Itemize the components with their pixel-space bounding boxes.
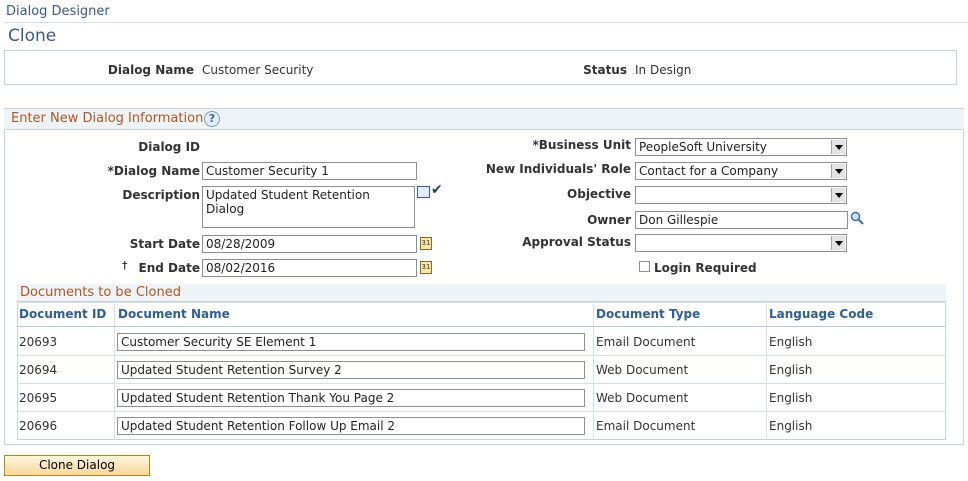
grid-column-divider <box>593 302 594 440</box>
row-document-type: Email Document <box>596 419 696 433</box>
help-icon[interactable]: ? <box>204 111 220 127</box>
approval-status-label: Approval Status <box>522 235 631 249</box>
dialog-id-label: Dialog ID <box>138 140 200 154</box>
row-document-name-input[interactable]: Updated Student Retention Follow Up Emai… <box>117 417 585 435</box>
row-document-id: 20694 <box>19 363 58 377</box>
start-date-input[interactable]: 08/28/2009 <box>202 235 417 253</box>
expand-icon[interactable] <box>417 186 430 198</box>
description-textarea[interactable]: Updated Student Retention Dialog <box>202 186 415 228</box>
row-document-id: 20693 <box>19 335 58 349</box>
breadcrumb: Dialog Designer <box>6 4 110 19</box>
documents-grid-title: Documents to be Cloned <box>20 285 181 300</box>
row-document-type: Web Document <box>596 391 689 405</box>
individuals-role-value: Contact for a Company <box>639 164 779 178</box>
status-value: In Design <box>635 63 692 77</box>
row-language-code: English <box>769 391 813 405</box>
calendar-icon[interactable]: 31 <box>420 237 432 250</box>
owner-input[interactable]: Don Gillespie <box>635 211 848 229</box>
calendar-icon[interactable]: 31 <box>420 261 432 274</box>
grid-column-divider <box>766 302 767 440</box>
end-date-marker: † <box>122 259 128 272</box>
col-header-document-type[interactable]: Document Type <box>596 307 700 321</box>
end-date-input[interactable]: 08/02/2016 <box>202 259 417 277</box>
breadcrumb-divider <box>4 22 968 23</box>
end-date-label: End Date <box>138 261 200 275</box>
dialog-name-field-label: *Dialog Name <box>107 164 200 178</box>
start-date-label: Start Date <box>129 237 200 251</box>
login-required-label: Login Required <box>654 261 757 275</box>
grid-divider <box>17 302 946 303</box>
row-document-name-input[interactable]: Updated Student Retention Thank You Page… <box>117 389 585 407</box>
spellcheck-icon[interactable]: ✔ <box>431 182 443 198</box>
grid-column-divider <box>114 302 115 440</box>
grid-divider <box>17 326 946 327</box>
objective-select[interactable] <box>635 186 847 204</box>
row-language-code: English <box>769 419 813 433</box>
col-header-document-id[interactable]: Document ID <box>19 307 106 321</box>
login-required-checkbox[interactable] <box>639 261 650 272</box>
section-title: Enter New Dialog Information <box>11 111 204 126</box>
clone-dialog-button[interactable]: Clone Dialog <box>4 455 150 476</box>
dialog-name-value: Customer Security <box>202 63 314 77</box>
chevron-down-icon[interactable] <box>831 140 845 154</box>
status-label: Status <box>583 63 627 77</box>
description-label: Description <box>122 188 200 202</box>
page-title: Clone <box>8 26 57 46</box>
row-language-code: English <box>769 335 813 349</box>
individuals-role-select[interactable]: Contact for a Company <box>635 162 847 180</box>
dialog-name-input[interactable]: Customer Security 1 <box>202 162 417 180</box>
chevron-down-icon[interactable] <box>831 164 845 178</box>
chevron-down-icon[interactable] <box>831 236 845 250</box>
row-document-type: Web Document <box>596 363 689 377</box>
business-unit-select[interactable]: PeopleSoft University <box>635 138 847 156</box>
search-icon[interactable] <box>850 211 864 225</box>
col-header-document-name[interactable]: Document Name <box>118 307 230 321</box>
chevron-down-icon[interactable] <box>831 188 845 202</box>
row-document-type: Email Document <box>596 335 696 349</box>
dialog-name-label: Dialog Name <box>107 63 194 77</box>
row-document-id: 20695 <box>19 391 58 405</box>
individuals-role-label: New Individuals' Role <box>485 162 631 176</box>
table-row-divider <box>17 411 946 412</box>
approval-status-select[interactable] <box>635 234 847 252</box>
business-unit-label: *Business Unit <box>532 138 631 152</box>
business-unit-value: PeopleSoft University <box>639 140 767 154</box>
objective-label: Objective <box>567 187 631 201</box>
owner-label: Owner <box>587 213 631 227</box>
table-row-divider <box>17 355 946 356</box>
row-document-id: 20696 <box>19 419 58 433</box>
row-language-code: English <box>769 363 813 377</box>
row-document-name-input[interactable]: Updated Student Retention Survey 2 <box>117 361 585 379</box>
col-header-language-code[interactable]: Language Code <box>769 307 873 321</box>
table-row-divider <box>17 383 946 384</box>
row-document-name-input[interactable]: Customer Security SE Element 1 <box>117 333 585 351</box>
